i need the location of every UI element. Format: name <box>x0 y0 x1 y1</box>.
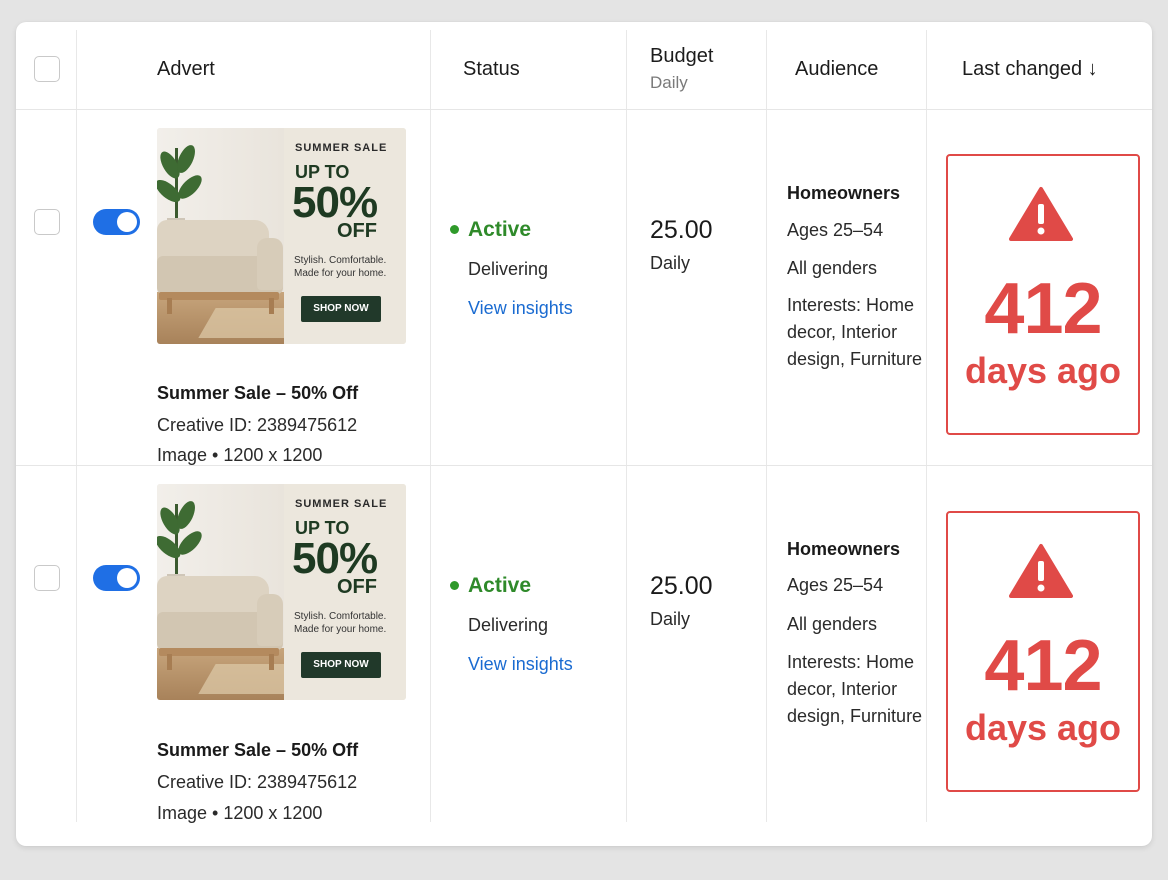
last-changed-value: 412 <box>984 269 1102 349</box>
audience-interests: Interests: Home decor, Interior design, … <box>787 652 923 726</box>
ad-format: Image • 1200 x 1200 <box>157 803 323 823</box>
ads-table-card: Advert Status Budget Daily Audience Last… <box>16 22 1152 846</box>
sofa-arm <box>257 238 283 290</box>
budget-period: Daily <box>650 609 691 629</box>
delivery-status: Delivering <box>468 615 549 635</box>
audience-ages: Ages 25–54 <box>787 220 884 240</box>
header-status[interactable]: Status <box>463 58 520 81</box>
view-insights-link[interactable]: View insights <box>468 298 573 319</box>
warning-triangle-icon <box>1009 544 1073 598</box>
audience-genders: All genders <box>787 614 878 634</box>
header-last-changed[interactable]: Last changed ↓ <box>962 58 1098 81</box>
ad-kicker: SUMMER SALE <box>295 142 388 154</box>
toggle-knob <box>117 212 137 232</box>
ad-off: OFF <box>337 576 377 598</box>
ad-kicker: SUMMER SALE <box>295 498 388 510</box>
ad-name[interactable]: Summer Sale – 50% Off <box>157 740 358 761</box>
last-changed-unit: days ago <box>964 707 1122 748</box>
ad-toggle[interactable] <box>93 565 140 591</box>
select-all-checkbox[interactable] <box>34 56 60 82</box>
header-advert[interactable]: Advert <box>157 58 215 81</box>
audience-ages: Ages 25–54 <box>787 575 884 595</box>
status-dot-icon <box>450 581 459 590</box>
warning-triangle-icon <box>1009 187 1073 241</box>
ad-creative-id: Creative ID: 2389475612 <box>157 772 358 792</box>
ad-format: Image • 1200 x 1200 <box>157 445 323 465</box>
table-row: SUMMER SALE UP TO 50% OFF Stylish. Comfo… <box>16 466 1152 823</box>
ad-thumbnail[interactable]: SUMMER SALE UP TO 50% OFF Stylish. Comfo… <box>157 484 406 700</box>
sofa-arm <box>257 594 283 646</box>
budget-period: Daily <box>650 253 691 273</box>
last-changed-value: 412 <box>984 626 1102 706</box>
toggle-knob <box>117 568 137 588</box>
ad-shop-now: SHOP NOW <box>301 652 381 678</box>
status-dot-icon <box>450 225 459 234</box>
sofa-base <box>159 292 279 300</box>
last-changed-warning: 412 days ago <box>946 511 1140 792</box>
ad-copy: Stylish. Comfortable. Made for your home… <box>294 255 387 279</box>
budget-value[interactable]: 25.00 <box>650 216 713 245</box>
status-badge: Active <box>468 218 532 241</box>
ad-thumbnail[interactable]: SUMMER SALE UP TO 50% OFF Stylish. Comfo… <box>157 128 406 344</box>
sofa-base <box>159 648 279 656</box>
last-changed-warning: 412 days ago <box>946 154 1140 435</box>
sofa-leg <box>269 298 274 314</box>
ad-creative-id: Creative ID: 2389475612 <box>157 415 358 435</box>
row-checkbox[interactable] <box>34 565 60 591</box>
sofa-leg <box>269 654 274 670</box>
sofa-leg <box>167 654 172 670</box>
audience-title: Homeowners <box>787 183 901 203</box>
status-badge: Active <box>468 574 532 597</box>
view-insights-link[interactable]: View insights <box>468 654 573 675</box>
header-budget[interactable]: Budget <box>650 45 713 68</box>
ad-name[interactable]: Summer Sale – 50% Off <box>157 383 358 404</box>
audience-title: Homeowners <box>787 539 901 559</box>
row-checkbox[interactable] <box>34 209 60 235</box>
header-audience[interactable]: Audience <box>795 58 878 81</box>
audience-genders: All genders <box>787 258 878 278</box>
audience-interests: Interests: Home decor, Interior design, … <box>787 295 923 369</box>
delivery-status: Delivering <box>468 259 549 279</box>
last-changed-unit: days ago <box>964 350 1122 391</box>
ad-copy: Stylish. Comfortable. Made for your home… <box>294 611 387 635</box>
ad-shop-now: SHOP NOW <box>301 296 381 322</box>
budget-value[interactable]: 25.00 <box>650 572 713 601</box>
ad-off: OFF <box>337 220 377 242</box>
ad-toggle[interactable] <box>93 209 140 235</box>
header-budget-sub: Daily <box>650 73 688 92</box>
sofa-leg <box>167 298 172 314</box>
table-row: SUMMER SALE UP TO 50% OFF Stylish. Comfo… <box>16 110 1152 466</box>
